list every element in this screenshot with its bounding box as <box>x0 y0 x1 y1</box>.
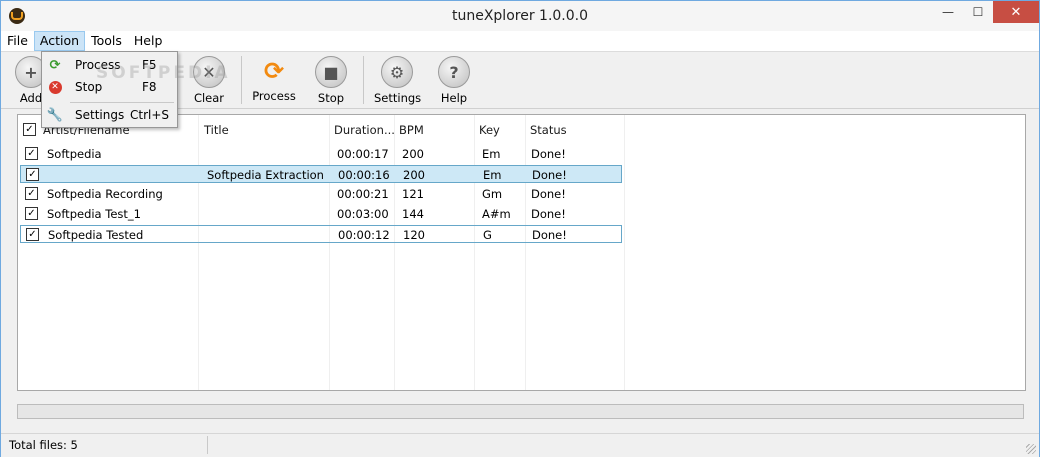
add-label: Add <box>19 91 43 105</box>
refresh-icon: ⟳ <box>49 57 61 73</box>
app-window: tuneXplorer 1.0.0.0 — ☐ ✕ File Action To… <box>0 0 1040 457</box>
minimize-button[interactable]: — <box>933 1 963 23</box>
cell-artist: Softpedia Test_1 <box>47 207 141 221</box>
cell-duration: 00:00:16 <box>338 168 390 182</box>
help-label: Help <box>440 91 468 105</box>
column-divider <box>624 115 625 390</box>
row-checkbox[interactable]: ✓ <box>26 168 39 181</box>
cell-artist: Softpedia Tested <box>48 228 144 242</box>
status-bar: Total files: 5 <box>1 433 1039 457</box>
cell-key: A#m <box>482 207 511 221</box>
cell-key: Em <box>482 147 501 161</box>
column-header-title[interactable]: Title <box>204 123 229 137</box>
cell-status: Done! <box>531 207 566 221</box>
table-row[interactable]: ✓ Softpedia Tested 00:00:12 120 G Done! <box>20 225 622 243</box>
stop-label: Stop <box>317 91 345 105</box>
process-button[interactable]: ⟳ Process <box>252 54 296 103</box>
menu-item-shortcut: Ctrl+S <box>130 108 170 122</box>
menu-file[interactable]: File <box>1 31 34 51</box>
menu-tools[interactable]: Tools <box>85 31 128 51</box>
cell-status: Done! <box>531 147 566 161</box>
cell-title: Softpedia Extraction <box>207 168 324 182</box>
column-header-bpm[interactable]: BPM <box>399 123 424 137</box>
wrench-icon: 🔧 <box>46 107 64 123</box>
cell-bpm: 144 <box>402 207 424 221</box>
toolbar-separator <box>363 56 364 104</box>
maximize-button[interactable]: ☐ <box>963 1 993 23</box>
cell-duration: 00:00:21 <box>337 187 389 201</box>
cell-artist: Softpedia <box>47 147 102 161</box>
toolbar-separator <box>241 56 242 104</box>
cell-duration: 00:00:17 <box>337 147 389 161</box>
settings-label: Settings <box>374 91 422 105</box>
row-checkbox[interactable]: ✓ <box>26 228 39 241</box>
cell-key: Gm <box>482 187 503 201</box>
menu-action[interactable]: Action <box>33 31 86 51</box>
column-header-duration[interactable]: Duration... <box>334 123 395 137</box>
cell-artist: Softpedia Recording <box>47 187 163 201</box>
close-button[interactable]: ✕ <box>993 1 1039 23</box>
cell-bpm: 120 <box>403 228 425 242</box>
cell-bpm: 200 <box>403 168 425 182</box>
clear-label: Clear <box>193 91 225 105</box>
stop-icon: ✕ <box>47 79 63 95</box>
table-row[interactable]: ✓ Softpedia 00:00:17 200 Em Done! <box>20 145 622 163</box>
cell-bpm: 121 <box>402 187 424 201</box>
table-row[interactable]: ✓ Softpedia Extraction 00:00:16 200 Em D… <box>20 165 622 183</box>
menu-item-label: Settings <box>75 108 125 122</box>
settings-button[interactable]: ⚙ Settings <box>374 54 422 105</box>
row-checkbox[interactable]: ✓ <box>25 147 38 160</box>
cell-key: Em <box>483 168 502 182</box>
menu-item-settings[interactable]: 🔧 Settings Ctrl+S <box>42 105 177 125</box>
table-row[interactable]: ✓ Softpedia Test_1 00:03:00 144 A#m Done… <box>20 205 622 223</box>
resize-grip[interactable] <box>1026 444 1036 454</box>
menu-bar: File Action Tools Help <box>1 31 1039 52</box>
help-button[interactable]: ? Help <box>438 54 470 105</box>
menu-help[interactable]: Help <box>128 31 169 51</box>
cell-duration: 00:00:12 <box>338 228 390 242</box>
cell-bpm: 200 <box>402 147 424 161</box>
watermark: SOFTPEDIA <box>96 63 231 83</box>
gear-icon: ⚙ <box>381 56 413 88</box>
column-header-key[interactable]: Key <box>479 123 500 137</box>
cell-duration: 00:03:00 <box>337 207 389 221</box>
row-checkbox[interactable]: ✓ <box>25 187 38 200</box>
help-icon: ? <box>438 56 470 88</box>
select-all-checkbox[interactable]: ✓ <box>23 123 36 136</box>
stop-icon: ■ <box>315 56 347 88</box>
cell-status: Done! <box>532 228 567 242</box>
title-bar[interactable]: tuneXplorer 1.0.0.0 — ☐ ✕ <box>1 1 1039 31</box>
total-files: Total files: 5 <box>9 438 78 452</box>
table-row[interactable]: ✓ Softpedia Recording 00:00:21 121 Gm Do… <box>20 185 622 203</box>
cell-status: Done! <box>531 187 566 201</box>
progress-bar <box>17 404 1024 419</box>
status-divider <box>207 436 208 454</box>
cell-status: Done! <box>532 168 567 182</box>
menu-separator <box>70 102 174 103</box>
process-icon: ⟳ <box>263 57 285 85</box>
cell-key: G <box>483 228 492 242</box>
process-label: Process <box>252 89 296 103</box>
column-header-status[interactable]: Status <box>530 123 567 137</box>
file-list[interactable]: ✓ Artist/Filename Title Duration... BPM … <box>17 114 1026 391</box>
window-title: tuneXplorer 1.0.0.0 <box>451 8 589 24</box>
stop-button[interactable]: ■ Stop <box>313 54 349 105</box>
row-checkbox[interactable]: ✓ <box>25 207 38 220</box>
